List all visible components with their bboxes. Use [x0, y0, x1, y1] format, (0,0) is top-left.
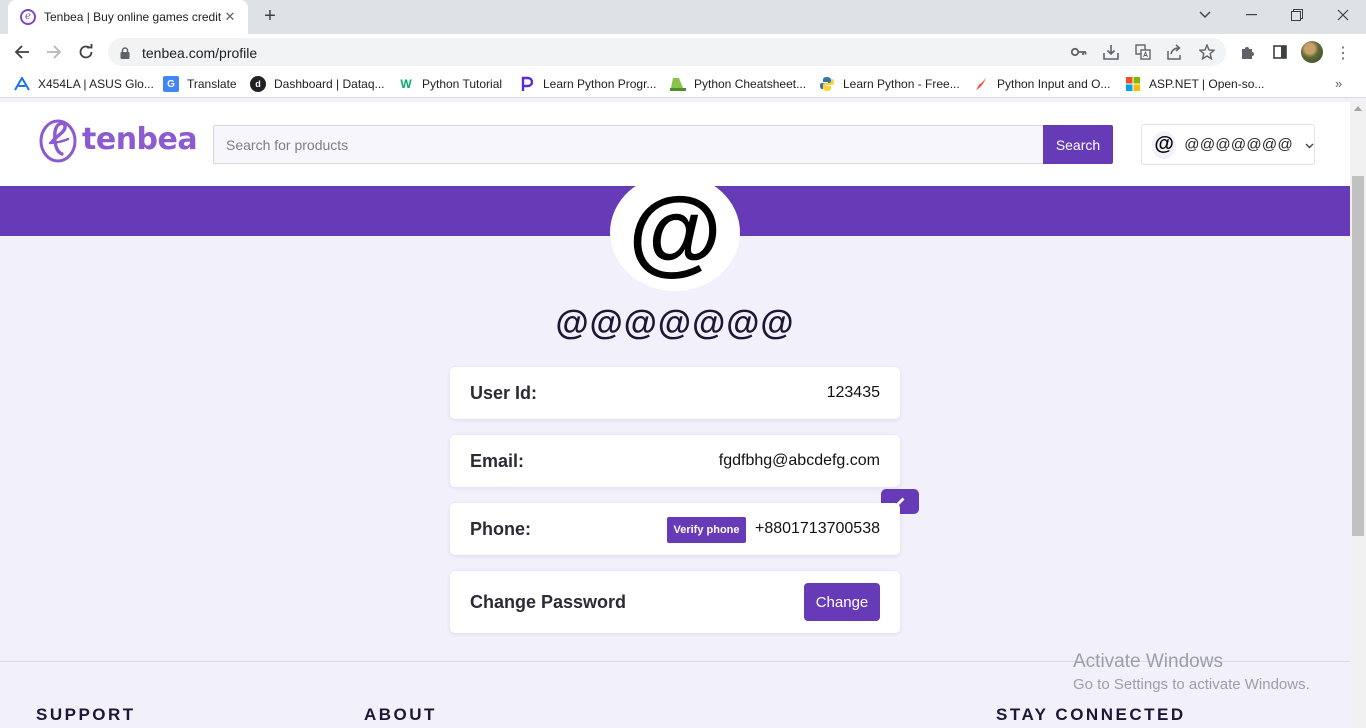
- watermark-title: Activate Windows: [1073, 651, 1223, 672]
- activate-windows-watermark: Activate Windows Go to Settings to activ…: [1073, 651, 1310, 693]
- tab-search-chevron-icon[interactable]: [1182, 0, 1228, 30]
- bookmark-label: Learn Python Progr...: [543, 77, 657, 91]
- watermark-subtitle: Go to Settings to activate Windows.: [1073, 676, 1310, 693]
- python-icon: [819, 76, 835, 92]
- url-text: tenbea.com/profile: [142, 45, 258, 61]
- dataquest-icon: d: [250, 76, 266, 92]
- asus-icon: [14, 76, 30, 92]
- footer-heading-about: ABOUT: [364, 705, 437, 724]
- translate-page-icon[interactable]: [1134, 44, 1152, 60]
- bookmarks-bar: X454LA | ASUS Glo... G Translate d Dashb…: [0, 70, 1366, 98]
- bookmark-item[interactable]: G Translate: [163, 75, 237, 93]
- w3schools-icon: W: [400, 77, 412, 91]
- programiz-icon: [519, 76, 535, 92]
- browser-toolbar: tenbea.com/profile ⋮: [0, 34, 1366, 70]
- back-arrow-icon[interactable]: [9, 40, 35, 64]
- bookmark-item[interactable]: X454LA | ASUS Glo...: [14, 75, 154, 93]
- bookmark-label: Python Tutorial: [422, 77, 503, 91]
- key-icon[interactable]: [1070, 44, 1088, 60]
- tab-title: Tenbea | Buy online games credit: [44, 10, 222, 24]
- page-viewport: tenbea Search @ @@@@@@@ @ @@@@@@@ User I…: [0, 102, 1350, 728]
- address-bar[interactable]: tenbea.com/profile: [108, 38, 1226, 66]
- scroll-up-arrow-icon[interactable]: [1354, 106, 1362, 111]
- lock-icon[interactable]: [120, 46, 130, 64]
- bookmark-label: ASP.NET | Open-so...: [1149, 77, 1265, 91]
- email-value: fgdfbhg@abcdefg.com: [718, 452, 880, 469]
- bookmark-label: Learn Python - Free...: [843, 77, 960, 91]
- browser-profile-avatar[interactable]: [1301, 41, 1323, 63]
- bookmark-item[interactable]: W Python Tutorial: [398, 75, 502, 93]
- bookmark-label: Translate: [187, 77, 237, 91]
- user-name: @@@@@@@: [1184, 136, 1293, 153]
- phone-card: Phone: Verify phone +8801713700538: [450, 503, 900, 555]
- reload-icon[interactable]: [73, 40, 99, 64]
- profile-avatar-glyph: @: [628, 178, 722, 285]
- phone-label: Phone:: [470, 519, 531, 539]
- bookmark-item[interactable]: d Dashboard | Dataq...: [250, 75, 385, 93]
- browser-menu-icon[interactable]: ⋮: [1335, 43, 1351, 63]
- scrollbar-thumb[interactable]: [1352, 176, 1364, 536]
- profile-avatar: @: [610, 174, 740, 291]
- bookmark-item[interactable]: Python Input and O...: [973, 75, 1110, 93]
- footer-heading-stay-connected: STAY CONNECTED: [996, 705, 1186, 724]
- browser-tabstrip: e Tenbea | Buy online games credit ✕ +: [0, 0, 1366, 34]
- user-id-value: 123435: [826, 384, 880, 401]
- forward-arrow-icon[interactable]: [41, 40, 67, 64]
- microsoft-icon: [1125, 76, 1141, 92]
- user-menu-dropdown[interactable]: @ @@@@@@@: [1141, 124, 1315, 165]
- bookmark-item[interactable]: ASP.NET | Open-so...: [1125, 75, 1264, 93]
- bookmark-item[interactable]: Learn Python Progr...: [519, 75, 656, 93]
- bookmarks-overflow-icon[interactable]: »: [1335, 76, 1342, 91]
- google-translate-icon: G: [163, 76, 179, 92]
- bookmark-label: Python Input and O...: [997, 77, 1111, 91]
- bookmark-label: Python Cheatsheet...: [694, 77, 807, 91]
- extensions-puzzle-icon[interactable]: [1238, 42, 1258, 62]
- close-window-button[interactable]: [1320, 0, 1366, 30]
- browser-tab[interactable]: e Tenbea | Buy online games credit ✕: [8, 0, 248, 34]
- cheatsheet-icon: [670, 76, 686, 92]
- verify-phone-button[interactable]: Verify phone: [667, 517, 746, 543]
- change-password-card: Change Password Change: [450, 571, 900, 633]
- chevron-down-icon: [1305, 136, 1314, 154]
- email-card: Email: fgdfbhg@abcdefg.com: [450, 435, 900, 487]
- tenbea-favicon-icon: e: [20, 9, 36, 25]
- tenbea-logo[interactable]: tenbea: [38, 114, 198, 164]
- profile-name: @@@@@@@: [555, 304, 795, 342]
- new-tab-button[interactable]: +: [258, 6, 282, 28]
- user-id-label: User Id:: [470, 383, 538, 403]
- tab-close-icon[interactable]: ✕: [222, 9, 238, 25]
- phone-value: +8801713700538: [754, 520, 880, 537]
- bookmark-label: X454LA | ASUS Glo...: [38, 77, 154, 91]
- search-button[interactable]: Search: [1043, 125, 1113, 164]
- footer-heading-support: SUPPORT: [36, 705, 136, 724]
- minimize-window-button[interactable]: [1228, 0, 1274, 30]
- side-panel-icon[interactable]: [1270, 42, 1290, 62]
- install-app-icon[interactable]: [1102, 44, 1120, 60]
- page-scrollbar[interactable]: [1350, 102, 1366, 728]
- email-label: Email:: [470, 451, 525, 471]
- user-id-card: User Id: 123435: [450, 367, 900, 419]
- share-icon[interactable]: [1166, 44, 1184, 60]
- swift-icon: [973, 76, 989, 92]
- logo-text: tenbea: [82, 121, 198, 157]
- bookmark-item[interactable]: Python Cheatsheet...: [670, 75, 806, 93]
- change-password-button[interactable]: Change: [804, 583, 880, 621]
- bookmark-item[interactable]: Learn Python - Free...: [819, 75, 960, 93]
- bookmark-label: Dashboard | Dataq...: [274, 77, 385, 91]
- restore-window-button[interactable]: [1274, 0, 1320, 30]
- change-password-label: Change Password: [470, 592, 627, 612]
- user-avatar: @: [1152, 130, 1177, 159]
- tenbea-logo-icon: [39, 119, 77, 163]
- search-input[interactable]: [213, 125, 1044, 164]
- bookmark-star-icon[interactable]: [1198, 44, 1216, 60]
